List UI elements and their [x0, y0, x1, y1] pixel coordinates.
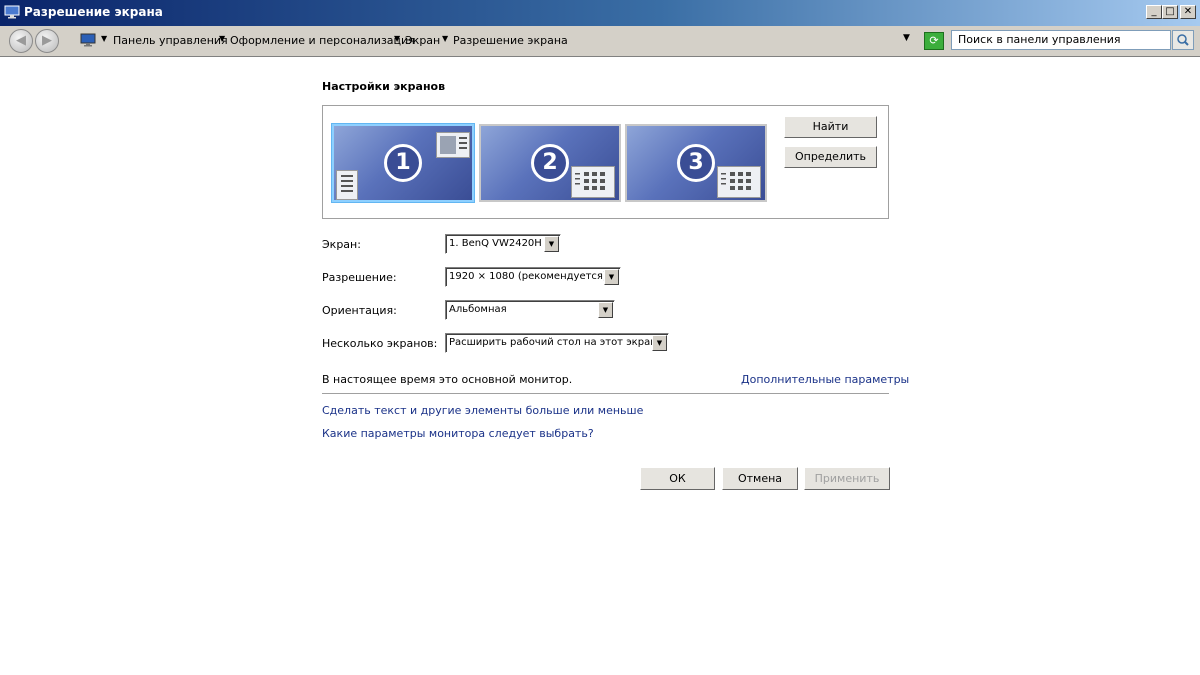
- crumb-separator-icon[interactable]: ▼: [442, 34, 448, 43]
- status-text: В настоящее время это основной монитор.: [322, 373, 573, 386]
- resolution-select[interactable]: 1920 × 1080 (рекомендуется) ▼: [445, 267, 621, 287]
- monitor-2[interactable]: 2: [479, 124, 621, 202]
- find-button[interactable]: Найти: [784, 116, 877, 138]
- multiple-displays-select-value: Расширить рабочий стол на этот экран: [449, 337, 657, 348]
- display-settings-icon: [4, 5, 20, 19]
- chevron-down-icon[interactable]: ▼: [544, 236, 559, 252]
- crumb-screen-resolution[interactable]: Разрешение экрана: [453, 34, 568, 47]
- arrow-right-icon: ▶: [42, 33, 52, 48]
- identify-button[interactable]: Определить: [784, 146, 877, 168]
- cancel-button[interactable]: Отмена: [722, 467, 798, 490]
- search-input[interactable]: Поиск в панели управления: [951, 30, 1171, 50]
- orientation-select[interactable]: Альбомная ▼: [445, 300, 615, 320]
- minimize-button[interactable]: _: [1146, 5, 1162, 19]
- crumb-separator-icon[interactable]: ▼: [219, 34, 225, 43]
- maximize-button[interactable]: □: [1162, 5, 1178, 19]
- multiple-displays-label: Несколько экранов:: [322, 337, 438, 350]
- orientation-select-value: Альбомная: [449, 304, 507, 315]
- refresh-icon: ⟳: [929, 34, 939, 47]
- text-size-link[interactable]: Сделать текст и другие элементы больше и…: [322, 404, 643, 417]
- resolution-label: Разрешение:: [322, 271, 397, 284]
- arrow-left-icon: ◀: [16, 33, 26, 48]
- crumb-separator-icon[interactable]: ▼: [101, 34, 107, 43]
- window-title: Разрешение экрана: [24, 5, 163, 19]
- back-button[interactable]: ◀: [9, 29, 33, 53]
- grid-thumbnail-icon: [571, 166, 615, 198]
- resolution-select-value: 1920 × 1080 (рекомендуется): [449, 271, 607, 282]
- monitor-1[interactable]: 1: [332, 124, 474, 202]
- orientation-label: Ориентация:: [322, 304, 397, 317]
- apply-button[interactable]: Применить: [804, 467, 890, 490]
- divider: [322, 393, 889, 394]
- address-dropdown-icon[interactable]: ▼: [903, 33, 910, 43]
- sidebar-thumbnail-icon: [336, 170, 358, 200]
- multiple-displays-select[interactable]: Расширить рабочий стол на этот экран ▼: [445, 333, 669, 353]
- breadcrumb[interactable]: ▼ Панель управления ▼ Оформление и персо…: [76, 30, 920, 52]
- search-icon: [1177, 34, 1189, 46]
- window-thumbnail-icon: [436, 132, 470, 158]
- screen-label: Экран:: [322, 238, 361, 251]
- control-panel-icon: [80, 33, 96, 47]
- refresh-button[interactable]: ⟳: [924, 32, 944, 50]
- crumb-separator-icon[interactable]: ▼: [394, 34, 400, 43]
- title-bar: Разрешение экрана _ □ ✕: [0, 0, 1200, 26]
- monitor-number: 1: [384, 144, 422, 182]
- chevron-down-icon[interactable]: ▼: [598, 302, 613, 318]
- monitor-3[interactable]: 3: [625, 124, 767, 202]
- crumb-appearance[interactable]: Оформление и персонализация: [230, 34, 415, 47]
- screen-select[interactable]: 1. BenQ VW2420H ▼: [445, 234, 561, 254]
- monitor-number: 3: [677, 144, 715, 182]
- page-title: Настройки экранов: [322, 80, 446, 93]
- chevron-down-icon[interactable]: ▼: [604, 269, 619, 285]
- monitor-number: 2: [531, 144, 569, 182]
- crumb-display[interactable]: Экран: [405, 34, 440, 47]
- grid-thumbnail-icon: [717, 166, 761, 198]
- advanced-settings-link[interactable]: Дополнительные параметры: [741, 373, 909, 386]
- chevron-down-icon[interactable]: ▼: [652, 335, 667, 351]
- forward-button[interactable]: ▶: [35, 29, 59, 53]
- search-button[interactable]: [1172, 30, 1194, 50]
- close-button[interactable]: ✕: [1180, 5, 1196, 19]
- crumb-control-panel[interactable]: Панель управления: [113, 34, 228, 47]
- monitor-help-link[interactable]: Какие параметры монитора следует выбрать…: [322, 427, 594, 440]
- ok-button[interactable]: ОК: [640, 467, 715, 490]
- screen-select-value: 1. BenQ VW2420H: [449, 238, 542, 249]
